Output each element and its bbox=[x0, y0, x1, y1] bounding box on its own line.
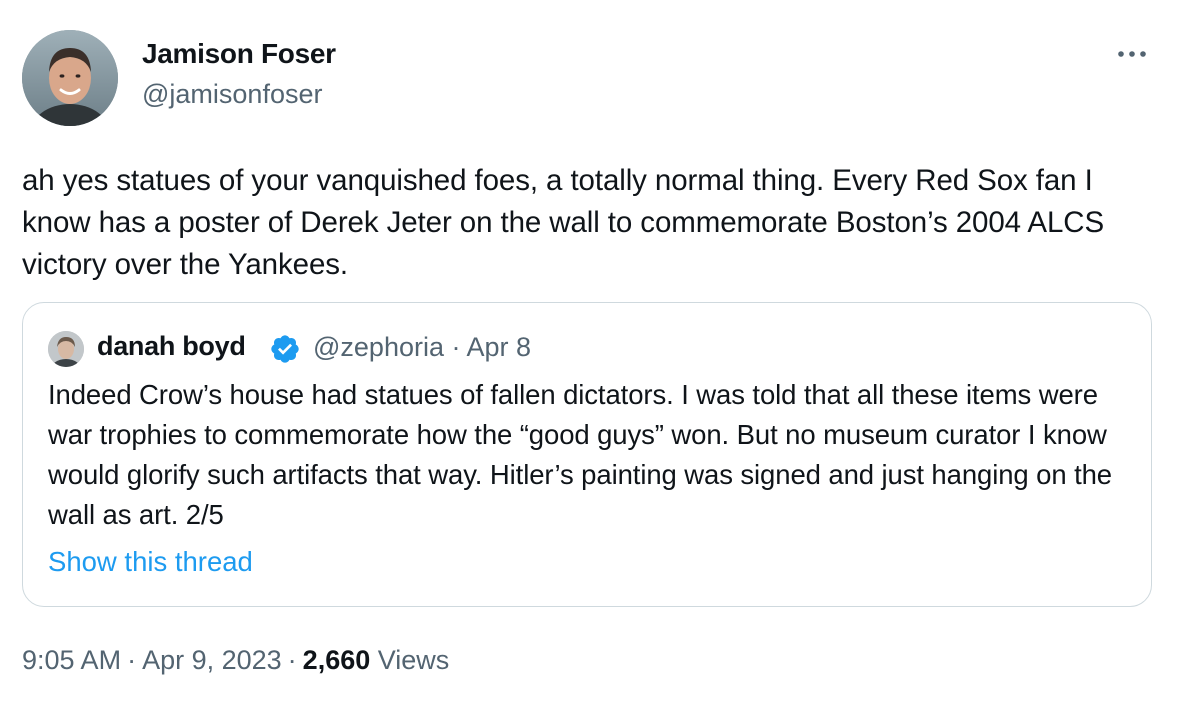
author-handle[interactable]: @jamisonfoser bbox=[142, 79, 322, 110]
tweet: Jamison Foser @jamisonfoser ah yes statu… bbox=[0, 0, 1194, 714]
profile-photo-icon bbox=[22, 30, 118, 126]
more-options-button[interactable] bbox=[1112, 40, 1152, 68]
quote-meta: @zephoria · Apr 8 bbox=[313, 332, 531, 363]
tweet-date[interactable]: Apr 9, 2023 bbox=[142, 645, 282, 675]
meta-separator: · bbox=[451, 332, 461, 362]
quote-date[interactable]: Apr 8 bbox=[467, 332, 532, 362]
show-thread-link[interactable]: Show this thread bbox=[48, 546, 253, 578]
tweet-time[interactable]: 9:05 AM bbox=[22, 645, 121, 675]
quote-author-handle[interactable]: @zephoria bbox=[313, 332, 444, 362]
quote-tweet-card[interactable]: danah boyd @zephoria · Apr 8 Indeed Crow… bbox=[22, 302, 1152, 607]
author-avatar[interactable] bbox=[22, 30, 118, 126]
author-name[interactable]: Jamison Foser bbox=[142, 38, 336, 70]
quote-author-avatar[interactable] bbox=[48, 331, 84, 367]
quote-text: Indeed Crow’s house had statues of falle… bbox=[48, 379, 1113, 530]
views-label: Views bbox=[377, 645, 450, 675]
quote-profile-photo-icon bbox=[48, 331, 84, 367]
views-count: 2,660 bbox=[302, 645, 371, 675]
verified-badge-icon bbox=[269, 333, 301, 365]
footer-separator-2: · bbox=[287, 645, 297, 675]
tweet-text: ah yes statues of your vanquished foes, … bbox=[22, 164, 1105, 281]
quote-author-name[interactable]: danah boyd bbox=[97, 331, 246, 362]
footer-separator: · bbox=[127, 645, 137, 675]
more-icon bbox=[1118, 51, 1146, 57]
tweet-footer: 9:05 AM · Apr 9, 2023 · 2,660 Views bbox=[22, 645, 449, 676]
